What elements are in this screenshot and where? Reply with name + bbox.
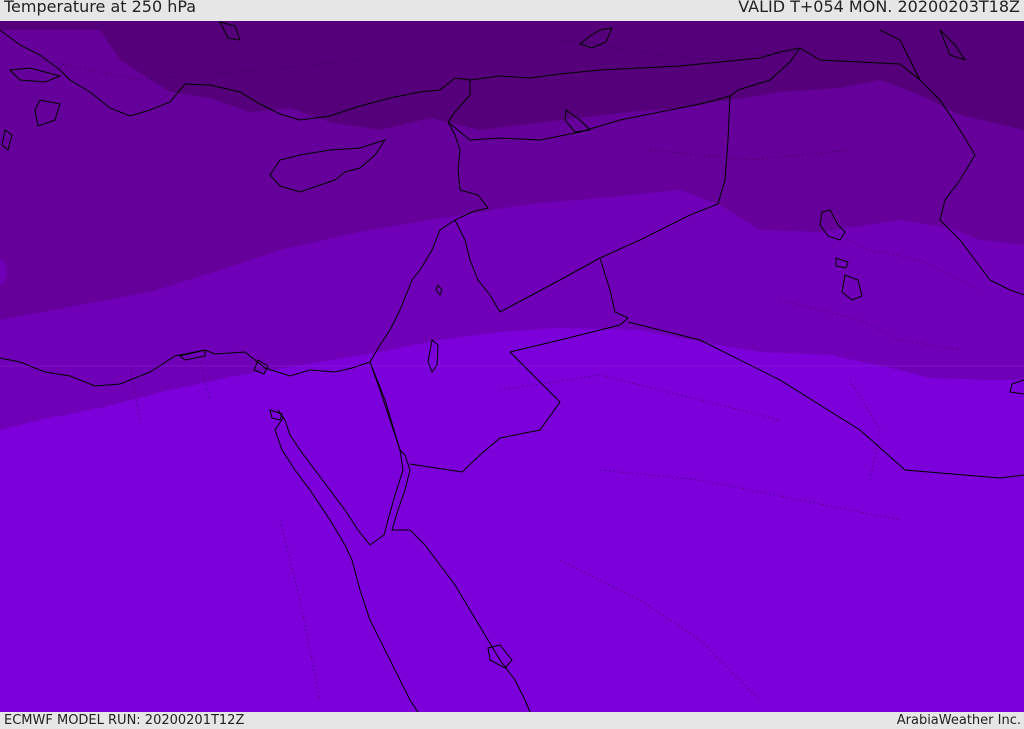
model-run: ECMWF MODEL RUN: 20200201T12Z — [4, 713, 245, 728]
map-panel[interactable] — [0, 21, 1024, 712]
map-title: Temperature at 250 hPa — [4, 0, 197, 16]
map-canvas[interactable] — [0, 21, 1024, 712]
map-header: Temperature at 250 hPa VALID T+054 MON. … — [0, 0, 1024, 21]
credit-text: ArabiaWeather Inc. — [896, 713, 1021, 728]
valid-time: VALID T+054 MON. 20200203T18Z — [738, 0, 1020, 16]
map-footer: ECMWF MODEL RUN: 20200201T12Z ArabiaWeat… — [0, 712, 1024, 729]
